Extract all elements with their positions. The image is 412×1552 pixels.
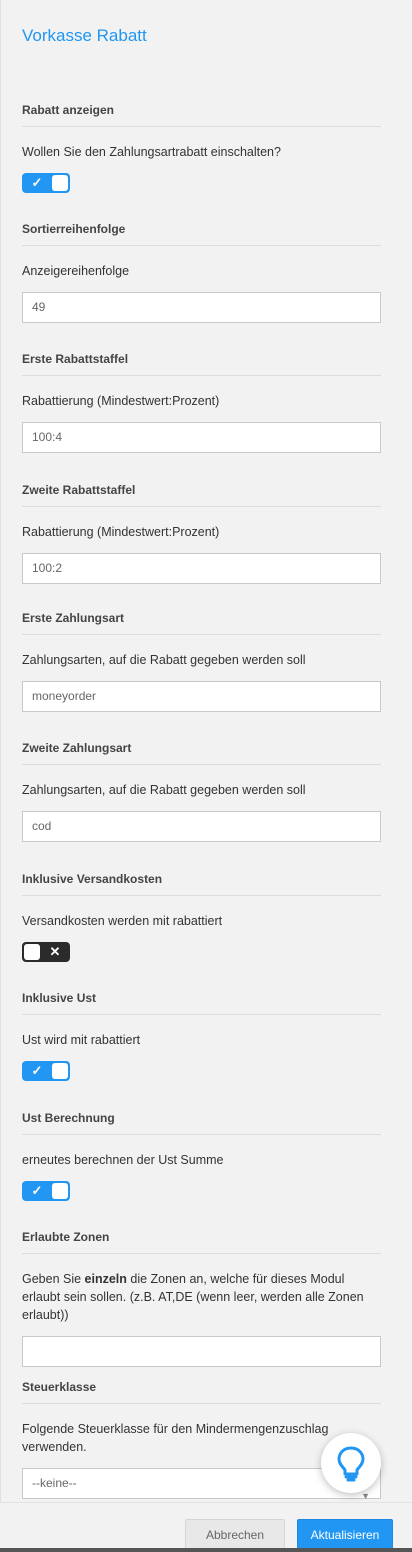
field-label: Versandkosten werden mit rabattiert — [22, 914, 223, 928]
section-heading: Rabatt anzeigen — [22, 103, 381, 127]
section-heading: Sortierreihenfolge — [22, 222, 381, 246]
tax-included-toggle[interactable]: ✓ — [22, 1061, 70, 1081]
tax-recalc-toggle[interactable]: ✓ — [22, 1181, 70, 1201]
bottom-edge-bar — [0, 1548, 412, 1552]
section-zweite-rabattstaffel: Zweite Rabattstaffel Rabattierung (Minde… — [22, 483, 381, 584]
toggle-knob — [24, 944, 40, 960]
section-erste-zahlungsart: Erste Zahlungsart Zahlungsarten, auf die… — [22, 611, 381, 712]
allowed-zones-input[interactable] — [22, 1336, 381, 1367]
first-discount-input[interactable]: 100:4 — [22, 422, 381, 453]
section-rabatt-anzeigen: Rabatt anzeigen Wollen Sie den Zahlungsa… — [22, 103, 381, 193]
section-heading: Zweite Rabattstaffel — [22, 483, 381, 507]
sort-order-input[interactable]: 49 — [22, 292, 381, 323]
field-label: Zahlungsarten, auf die Rabatt gegeben we… — [22, 653, 306, 667]
field-label: Zahlungsarten, auf die Rabatt gegeben we… — [22, 783, 306, 797]
field-label: Anzeigereihenfolge — [22, 264, 130, 278]
section-heading: Erste Zahlungsart — [22, 611, 381, 635]
footer-bar: Abbrechen Aktualisieren — [0, 1502, 412, 1552]
cross-icon: ✕ — [49, 944, 61, 959]
first-payment-method-input[interactable]: moneyorder — [22, 681, 381, 712]
section-inklusive-ust: Inklusive Ust Ust wird mit rabattiert ✓ — [22, 991, 381, 1081]
section-inklusive-versandkosten: Inklusive Versandkosten Versandkosten we… — [22, 872, 381, 962]
field-label: Rabattierung (Mindestwert:Prozent) — [22, 525, 220, 539]
second-payment-method-input[interactable]: cod — [22, 811, 381, 842]
toggle-knob — [52, 1063, 68, 1079]
second-discount-input[interactable]: 100:2 — [22, 553, 381, 584]
section-erste-rabattstaffel: Erste Rabattstaffel Rabattierung (Mindes… — [22, 352, 381, 453]
shipping-toggle[interactable]: ✕ — [22, 942, 70, 962]
section-heading: Ust Berechnung — [22, 1111, 381, 1135]
lightbulb-icon[interactable] — [321, 1433, 381, 1493]
section-heading: Erlaubte Zonen — [22, 1230, 381, 1254]
field-label: Ust wird mit rabattiert — [22, 1033, 141, 1047]
field-label: erneutes berechnen der Ust Summe — [22, 1153, 224, 1167]
section-heading: Zweite Zahlungsart — [22, 741, 381, 765]
section-heading: Erste Rabattstaffel — [22, 352, 381, 376]
select-value: --keine-- — [32, 1476, 77, 1490]
section-heading: Steuerklasse — [22, 1380, 381, 1404]
section-sortierreihenfolge: Sortierreihenfolge Anzeigereihenfolge 49 — [22, 222, 381, 323]
cancel-button[interactable]: Abbrechen — [185, 1519, 285, 1549]
section-heading: Inklusive Ust — [22, 991, 381, 1015]
toggle-knob — [52, 175, 68, 191]
check-icon: ✓ — [31, 1183, 43, 1198]
panel-border — [0, 0, 1, 1552]
section-heading: Inklusive Versandkosten — [22, 872, 381, 896]
field-label: Rabattierung (Mindestwert:Prozent) — [22, 394, 220, 408]
field-label: Geben Sie einzeln die Zonen an, welche f… — [22, 1272, 364, 1322]
check-icon: ✓ — [31, 175, 43, 190]
toggle-knob — [52, 1183, 68, 1199]
update-button[interactable]: Aktualisieren — [297, 1519, 393, 1549]
lightbulb-glyph — [337, 1446, 365, 1482]
rabatt-toggle[interactable]: ✓ — [22, 173, 70, 193]
section-ust-berechnung: Ust Berechnung erneutes berechnen der Us… — [22, 1111, 381, 1201]
section-zweite-zahlungsart: Zweite Zahlungsart Zahlungsarten, auf di… — [22, 741, 381, 842]
section-erlaubte-zonen: Erlaubte Zonen Geben Sie einzeln die Zon… — [22, 1230, 381, 1367]
field-label: Wollen Sie den Zahlungsartrabatt einscha… — [22, 145, 281, 159]
page-title: Vorkasse Rabatt — [22, 26, 147, 45]
module-config-page: Vorkasse Rabatt Rabatt anzeigen Wollen S… — [0, 0, 412, 1552]
check-icon: ✓ — [31, 1063, 43, 1078]
